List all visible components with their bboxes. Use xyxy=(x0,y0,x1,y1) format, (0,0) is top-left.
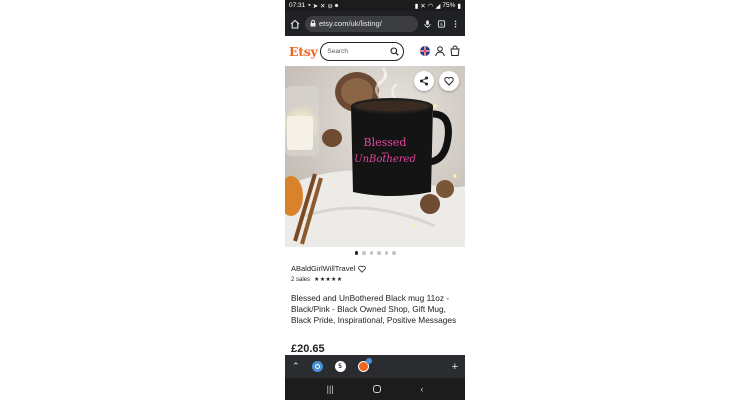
notification-dot xyxy=(334,4,338,7)
shop-link[interactable]: ABaldGirlWillTravel xyxy=(291,264,367,273)
sales-rating: 2 sales ★★★★★ xyxy=(291,276,342,284)
shop-name[interactable]: ABaldGirlWillTravel xyxy=(291,264,355,273)
dnd-icon: ⊖ xyxy=(327,2,333,10)
favorite-button[interactable] xyxy=(439,71,459,91)
etsy-logo[interactable]: Etsy xyxy=(289,44,318,59)
mug-text-line1: Blessed xyxy=(364,136,407,149)
tab-favicon-1[interactable] xyxy=(311,361,323,372)
carousel-dot[interactable] xyxy=(392,251,396,255)
account-icon[interactable] xyxy=(434,45,446,57)
carousel-indicators xyxy=(285,251,465,255)
listing-title: Blessed and UnBothered Black mug 11oz - … xyxy=(291,293,457,326)
chevron-up-icon[interactable]: ⌃ xyxy=(292,361,300,372)
search-icon[interactable] xyxy=(390,46,400,56)
wifi-icon: ◠ xyxy=(427,2,434,10)
mug-text-line3: UnBothered xyxy=(354,154,416,165)
mute-icon: ✕ xyxy=(420,2,426,10)
svg-text:5: 5 xyxy=(440,21,443,26)
share-icon xyxy=(420,76,428,86)
signal-icon: ◢ xyxy=(435,2,441,10)
etsy-header: Etsy Search xyxy=(285,36,465,66)
search-placeholder: Search xyxy=(327,47,349,55)
recent-apps-icon[interactable]: ||| xyxy=(327,384,334,394)
status-time: 07:31 xyxy=(289,2,306,9)
url-text: etsy.com/uk/listing/ xyxy=(319,19,382,28)
browser-bottom-bar: ⌃ 5 + xyxy=(285,355,465,378)
uk-flag-icon[interactable] xyxy=(419,45,431,57)
android-navigation-bar: ||| ‹ xyxy=(285,378,465,400)
new-tab-icon[interactable]: + xyxy=(452,361,458,373)
share-button[interactable] xyxy=(414,71,434,91)
carousel-dot[interactable] xyxy=(354,251,358,255)
send-icon: ➤ xyxy=(312,2,319,10)
home-button-icon[interactable] xyxy=(373,385,381,393)
site-info-icon[interactable] xyxy=(310,20,316,27)
close-tab-icon[interactable] xyxy=(365,358,372,364)
tab-count-badge[interactable]: 5 xyxy=(334,361,346,372)
heart-icon xyxy=(444,76,454,86)
phone-screen: 07:31 ▪ ➤ ✕ ⊖ ▮ ✕ ◠ ◢ 75% ▮ etsy.com/uk/… xyxy=(285,0,465,400)
listing-price: £20.65 xyxy=(291,343,325,355)
search-input[interactable]: Search xyxy=(320,41,405,61)
carousel-dot[interactable] xyxy=(377,251,381,255)
heart-outline-icon[interactable] xyxy=(358,265,367,273)
back-icon[interactable]: ‹ xyxy=(420,384,423,394)
address-bar[interactable]: etsy.com/uk/listing/ xyxy=(305,15,418,32)
lock-icon: ▮ xyxy=(414,2,419,10)
tab-switcher-icon[interactable]: 5 xyxy=(437,19,446,29)
mug-photo: Blessed and UnBothered xyxy=(285,66,465,247)
browser-toolbar: etsy.com/uk/listing/ 5 xyxy=(285,11,465,36)
status-bar: 07:31 ▪ ➤ ✕ ⊖ ▮ ✕ ◠ ◢ 75% ▮ xyxy=(285,0,465,11)
message-icon: ▪ xyxy=(308,2,311,9)
star-rating[interactable]: ★★★★★ xyxy=(314,276,342,283)
more-menu-icon[interactable] xyxy=(451,19,460,29)
product-image[interactable]: Blessed and UnBothered xyxy=(285,66,465,247)
system-icons: ▮ ✕ ◠ ◢ 75% ▮ xyxy=(415,2,461,10)
battery-percent: 75% xyxy=(442,2,456,9)
home-icon[interactable] xyxy=(290,19,300,29)
carousel-dot[interactable] xyxy=(384,251,388,255)
cart-icon[interactable] xyxy=(449,45,461,57)
active-tab-etsy[interactable] xyxy=(357,358,372,372)
battery-icon: ▮ xyxy=(457,2,461,10)
carousel-dot[interactable] xyxy=(362,251,366,255)
carousel-dot[interactable] xyxy=(369,251,373,255)
sales-count: 2 sales xyxy=(291,276,311,283)
tools-icon: ✕ xyxy=(320,2,326,10)
microphone-icon[interactable] xyxy=(423,19,432,29)
notification-icons: ▪ ➤ ✕ ⊖ xyxy=(308,2,338,10)
